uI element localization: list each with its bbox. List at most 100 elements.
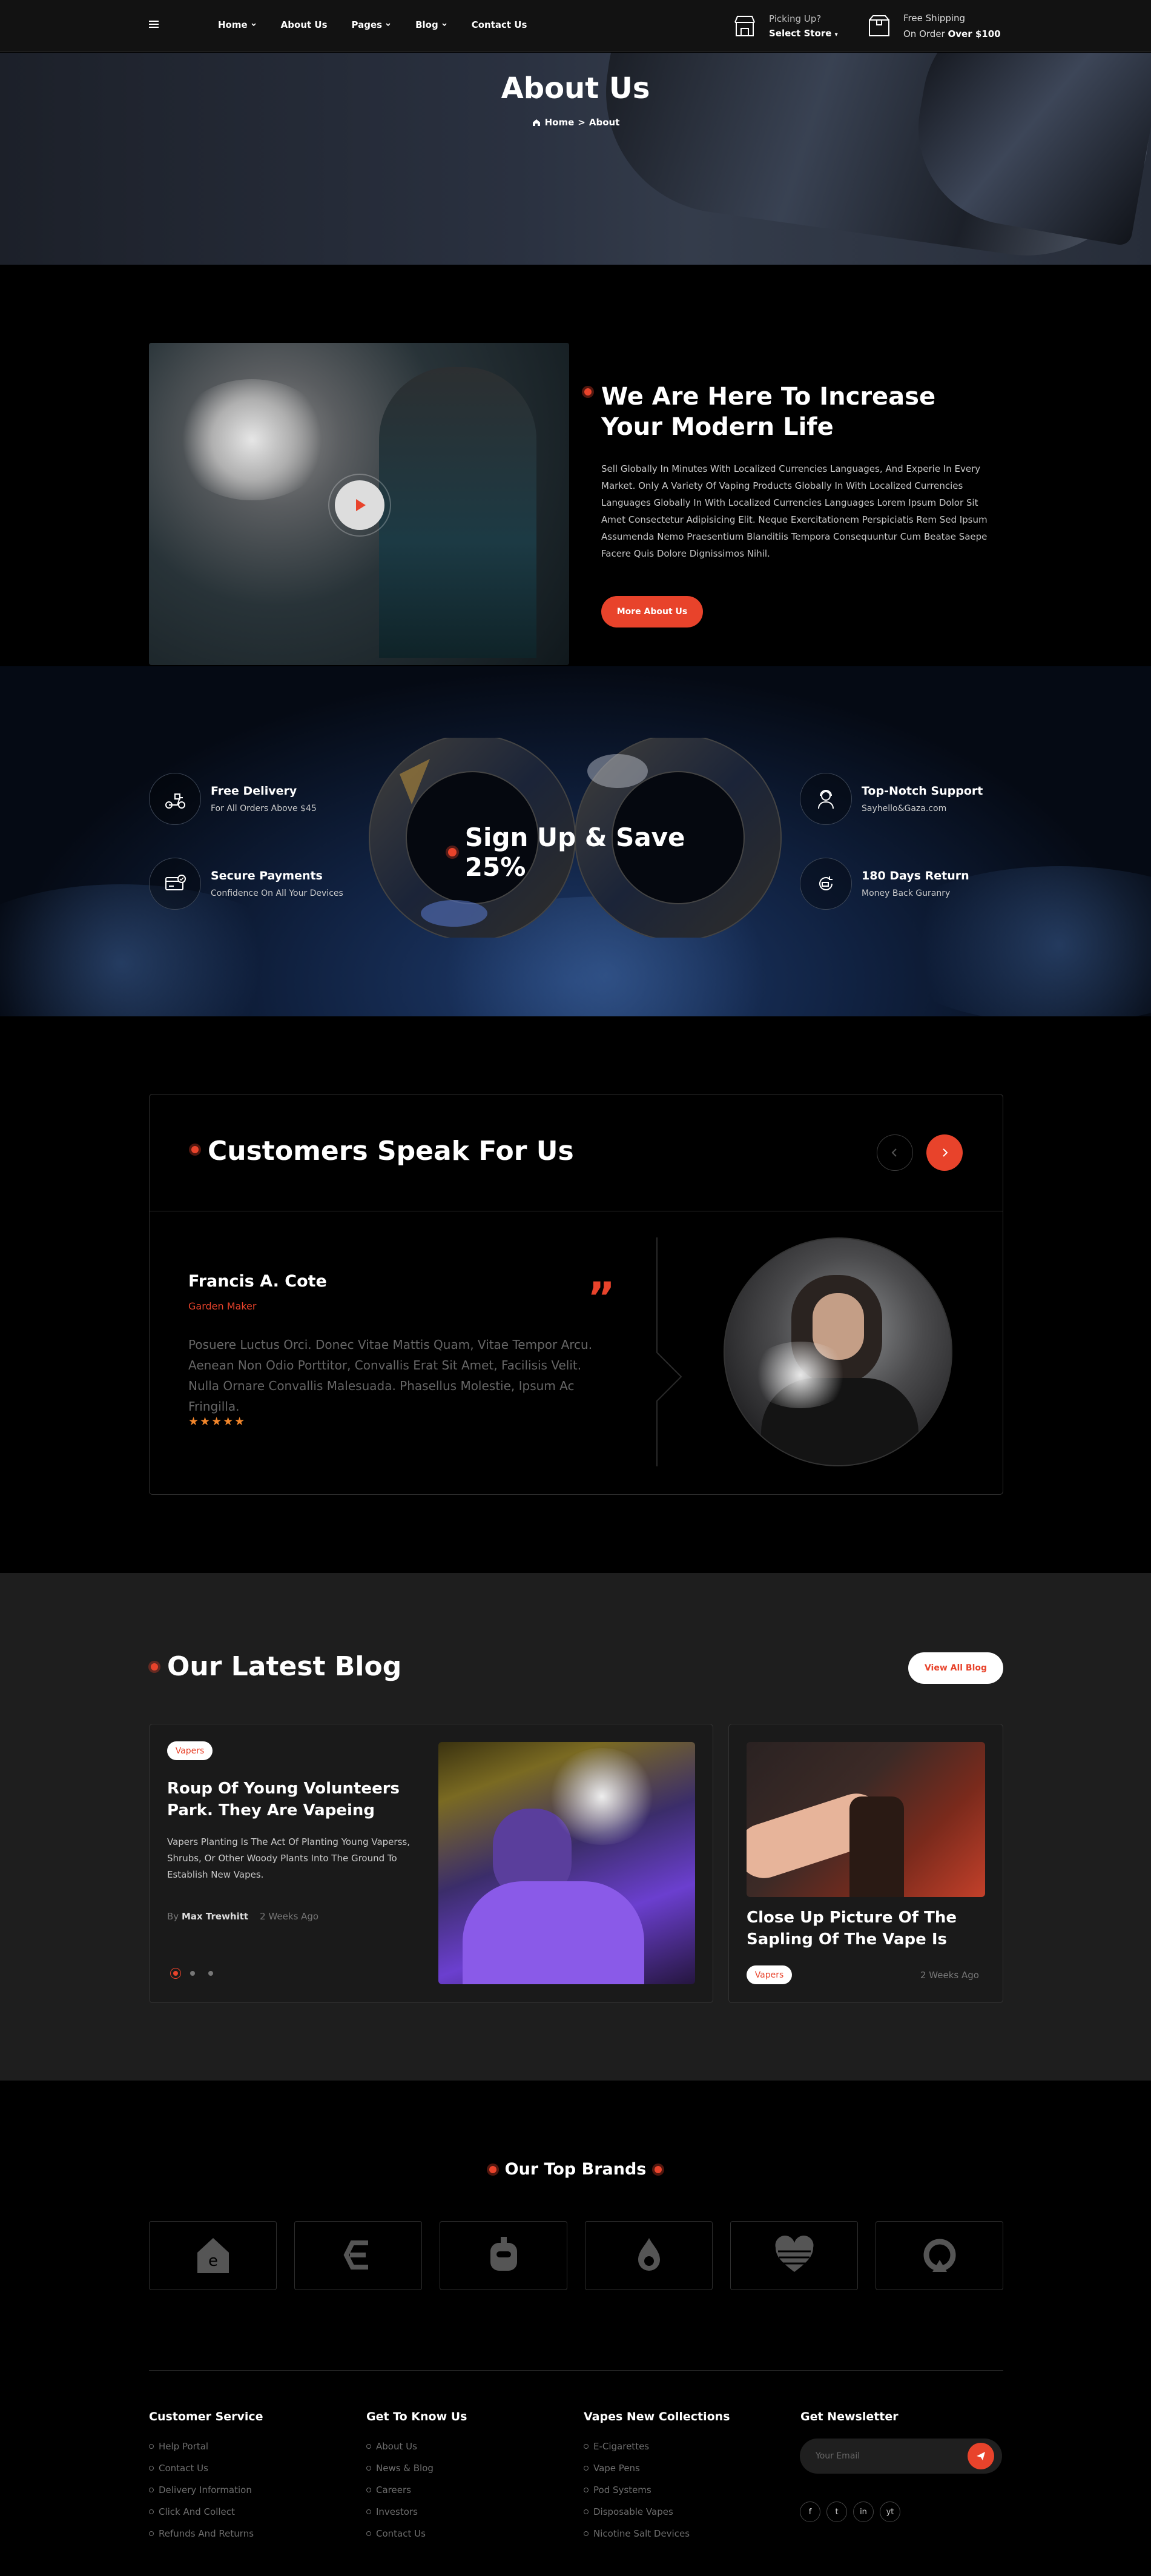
newsletter-heading: Get Newsletter bbox=[800, 2410, 899, 2423]
photo-smoke bbox=[749, 1342, 852, 1408]
picking-up-label: Picking Up? bbox=[769, 13, 822, 24]
footer-link[interactable]: Vape Pens bbox=[584, 2463, 690, 2474]
footer-divider bbox=[149, 2370, 1003, 2371]
svg-text:e: e bbox=[208, 2252, 218, 2270]
footer-link[interactable]: Contact Us bbox=[366, 2528, 434, 2539]
breadcrumb-separator: > bbox=[578, 117, 585, 128]
title-dot-icon bbox=[191, 1146, 199, 1153]
nav-item-about[interactable]: About Us bbox=[281, 19, 328, 30]
feature-title: Top-Notch Support bbox=[862, 784, 983, 798]
feature-support: Top-Notch Support Sayhello&Gaza.com bbox=[800, 773, 983, 825]
brand-e-icon bbox=[343, 2240, 368, 2270]
store-picker[interactable]: Picking Up? Select Store ▾ bbox=[731, 8, 838, 44]
brand-ring-icon bbox=[923, 2239, 955, 2272]
blog-author[interactable]: Max Trewhitt bbox=[182, 1911, 248, 1922]
chevron-right-icon bbox=[943, 1148, 948, 1157]
facebook-icon[interactable]: f bbox=[800, 2502, 820, 2522]
title-dot-icon bbox=[151, 1663, 158, 1670]
brand-drop-icon bbox=[638, 2238, 660, 2271]
money-return-icon bbox=[800, 858, 852, 910]
next-button[interactable] bbox=[926, 1134, 963, 1171]
page-title: About Us bbox=[501, 71, 650, 105]
more-about-button[interactable]: More About Us bbox=[601, 596, 703, 627]
footer-link[interactable]: Careers bbox=[366, 2485, 434, 2495]
linkedin-icon[interactable]: in bbox=[853, 2502, 874, 2522]
slider-dot[interactable] bbox=[208, 1971, 213, 1976]
nav-item-blog[interactable]: Blog bbox=[415, 19, 447, 30]
footer-link[interactable]: News & Blog bbox=[366, 2463, 434, 2474]
image-smoke bbox=[547, 1748, 656, 1845]
blog-date: 2 Weeks Ago bbox=[260, 1911, 319, 1922]
blog-featured-image[interactable] bbox=[438, 1742, 695, 1984]
slider-dot-active[interactable] bbox=[170, 1968, 181, 1979]
store-icon bbox=[734, 16, 755, 36]
send-icon bbox=[977, 2452, 985, 2460]
breadcrumb: Home > About bbox=[0, 117, 1151, 128]
brands-title: Our Top Brands bbox=[0, 2160, 1151, 2179]
support-agent-icon bbox=[800, 773, 852, 825]
footer-link[interactable]: Delivery Information bbox=[149, 2485, 254, 2495]
brand-logo[interactable]: e bbox=[149, 2221, 277, 2290]
breadcrumb-current: About bbox=[589, 117, 620, 128]
blog-tag[interactable]: Vapers bbox=[167, 1741, 213, 1760]
youtube-icon[interactable]: yt bbox=[880, 2502, 900, 2522]
signup-promo[interactable]: Sign Up & Save 25% bbox=[448, 823, 751, 882]
on-order-label: On Order bbox=[903, 28, 945, 39]
footer-link[interactable]: Click And Collect bbox=[149, 2506, 254, 2517]
footer-link[interactable]: Contact Us bbox=[149, 2463, 254, 2474]
feature-title: 180 Days Return bbox=[862, 869, 969, 882]
blog-post-meta: By Max Trewhitt 2 Weeks Ago bbox=[167, 1911, 319, 1922]
menu-icon[interactable] bbox=[147, 17, 161, 31]
brand-heart-icon bbox=[774, 2235, 814, 2272]
secure-card-icon bbox=[149, 858, 201, 910]
nav-item-contact[interactable]: Contact Us bbox=[472, 19, 527, 30]
footer-link[interactable]: Help Portal bbox=[149, 2441, 254, 2452]
blog-post-title[interactable]: Roup Of Young Volunteers Park. They Are … bbox=[167, 1778, 421, 1821]
view-all-blog-button[interactable]: View All Blog bbox=[908, 1652, 1003, 1684]
footer-heading: Customer Service bbox=[149, 2410, 263, 2423]
feature-subtitle: Money Back Guranry bbox=[862, 889, 951, 898]
footer-link[interactable]: Disposable Vapes bbox=[584, 2506, 690, 2517]
blog-card-tag[interactable]: Vapers bbox=[747, 1965, 792, 1984]
smoke-cloud bbox=[173, 379, 331, 500]
footer-link[interactable]: Pod Systems bbox=[584, 2485, 690, 2495]
testimonials-title: Customers Speak For Us bbox=[208, 1136, 574, 1167]
social-links: f t in yt bbox=[800, 2502, 900, 2522]
twitter-icon[interactable]: t bbox=[826, 2502, 847, 2522]
footer-links-customer: Help Portal Contact Us Delivery Informat… bbox=[149, 2441, 254, 2539]
site-header: Home About Us Pages Blog Contact Us Pick… bbox=[0, 0, 1151, 52]
title-dot-icon bbox=[584, 388, 592, 396]
footer-link[interactable]: E-Cigarettes bbox=[584, 2441, 690, 2452]
brand-logo[interactable] bbox=[294, 2221, 422, 2290]
over-amount-label: Over $100 bbox=[948, 28, 1001, 39]
slider-dot[interactable] bbox=[190, 1971, 195, 1976]
footer-link[interactable]: Nicotine Salt Devices bbox=[584, 2528, 690, 2539]
footer-link[interactable]: About Us bbox=[366, 2441, 434, 2452]
breadcrumb-home[interactable]: Home bbox=[545, 117, 575, 128]
play-button[interactable] bbox=[328, 474, 391, 537]
select-store-label[interactable]: Select Store ▾ bbox=[769, 28, 838, 39]
title-dot-icon bbox=[489, 2165, 496, 2173]
box-icon bbox=[869, 15, 889, 36]
brand-logo[interactable] bbox=[730, 2221, 858, 2290]
footer-links-collections: E-Cigarettes Vape Pens Pod Systems Dispo… bbox=[584, 2441, 690, 2539]
main-nav: Home About Us Pages Blog Contact Us bbox=[218, 19, 527, 30]
brand-logo[interactable] bbox=[440, 2221, 567, 2290]
footer-link[interactable]: Refunds And Returns bbox=[149, 2528, 254, 2539]
delivery-scooter-icon bbox=[149, 773, 201, 825]
brand-robot-icon bbox=[490, 2237, 517, 2271]
blog-card-image[interactable] bbox=[747, 1742, 985, 1897]
blog-card-title[interactable]: Close Up Picture Of The Sapling Of The V… bbox=[747, 1907, 985, 1950]
newsletter-submit-button[interactable] bbox=[968, 2443, 994, 2469]
brand-logo[interactable] bbox=[876, 2221, 1003, 2290]
blog-post-excerpt: Vapers Planting Is The Act Of Planting Y… bbox=[167, 1836, 410, 1880]
footer-link[interactable]: Investors bbox=[366, 2506, 434, 2517]
brand-logo[interactable] bbox=[585, 2221, 713, 2290]
chevron-down-icon bbox=[386, 23, 391, 27]
prev-button[interactable] bbox=[877, 1134, 913, 1171]
nav-item-home[interactable]: Home bbox=[218, 19, 257, 30]
about-title: We Are Here To Increase Your Modern Life bbox=[601, 383, 936, 441]
quote-icon: ” bbox=[587, 1273, 616, 1323]
feature-subtitle: Confidence On All Your Devices bbox=[211, 889, 343, 898]
nav-item-pages[interactable]: Pages bbox=[352, 19, 392, 30]
